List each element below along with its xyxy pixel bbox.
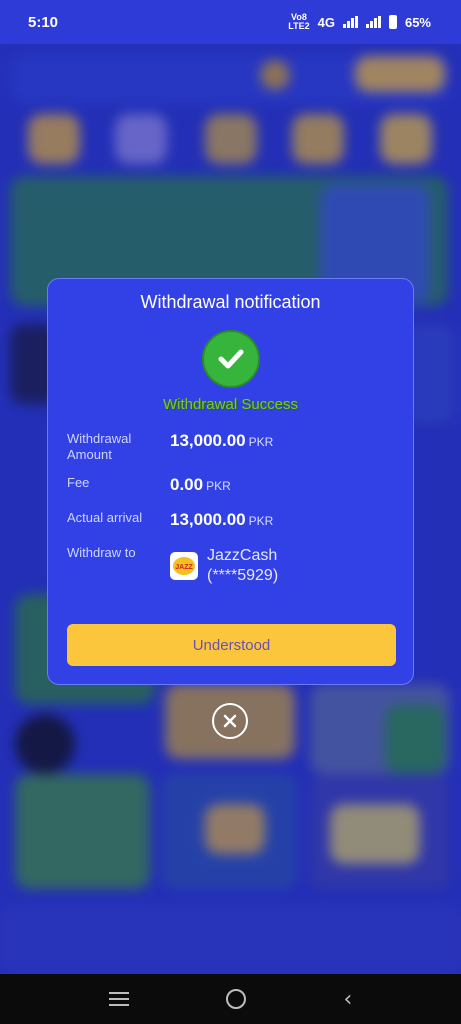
home-icon[interactable] xyxy=(226,989,247,1009)
battery-level: 65% xyxy=(404,14,431,30)
fee-value: 0.00 PKR xyxy=(170,475,231,495)
dialog-title: Withdrawal notification xyxy=(140,292,321,312)
back-icon[interactable]: ‹ xyxy=(343,987,352,1012)
fee-number: 0.00 xyxy=(170,475,204,494)
volte-indicator: Vo8 LTE2 xyxy=(288,12,310,31)
arrival-unit: PKR xyxy=(248,514,274,528)
status-bar: 5:10 Vo8 LTE2 4G 65% xyxy=(0,0,461,44)
signal-icon xyxy=(342,16,358,28)
status-icons: Vo8 LTE2 4G 65% xyxy=(288,13,431,31)
arrival-value: 13,000.00 PKR xyxy=(170,510,273,530)
svg-text:JAZZ: JAZZ xyxy=(175,564,193,571)
battery-icon xyxy=(388,15,397,29)
amount-number: 13,000.00 xyxy=(170,431,246,450)
close-icon xyxy=(223,714,237,728)
status-time: 5:10 xyxy=(28,13,59,31)
jazzcash-logo-icon: JAZZ xyxy=(170,552,198,580)
wallet-name: JazzCash xyxy=(207,547,278,564)
wallet-info: JazzCash (****5929) xyxy=(207,546,278,586)
success-message: Withdrawal Success xyxy=(162,396,299,413)
wallet-account: (****5929) xyxy=(207,567,279,584)
signal-icon-2 xyxy=(365,16,381,28)
amount-value: 13,000.00 PKR xyxy=(170,431,273,451)
fee-label: Fee xyxy=(67,475,90,490)
arrival-number: 13,000.00 xyxy=(170,510,246,529)
withdrawal-dialog: Withdrawal notification Withdrawal Succe… xyxy=(47,278,414,685)
amount-label: Withdrawal Amount xyxy=(67,431,132,462)
withdraw-to-label: Withdraw to xyxy=(67,545,136,560)
system-nav-bar: ‹ xyxy=(0,974,461,1024)
fee-unit: PKR xyxy=(206,479,231,493)
network-type: 4G xyxy=(317,14,335,30)
amount-unit: PKR xyxy=(248,435,274,449)
understood-button[interactable]: Understood xyxy=(67,624,396,666)
check-circle-icon xyxy=(202,330,260,388)
close-button[interactable] xyxy=(212,703,248,739)
arrival-label: Actual arrival xyxy=(67,510,143,525)
recent-apps-icon[interactable] xyxy=(108,992,129,1006)
